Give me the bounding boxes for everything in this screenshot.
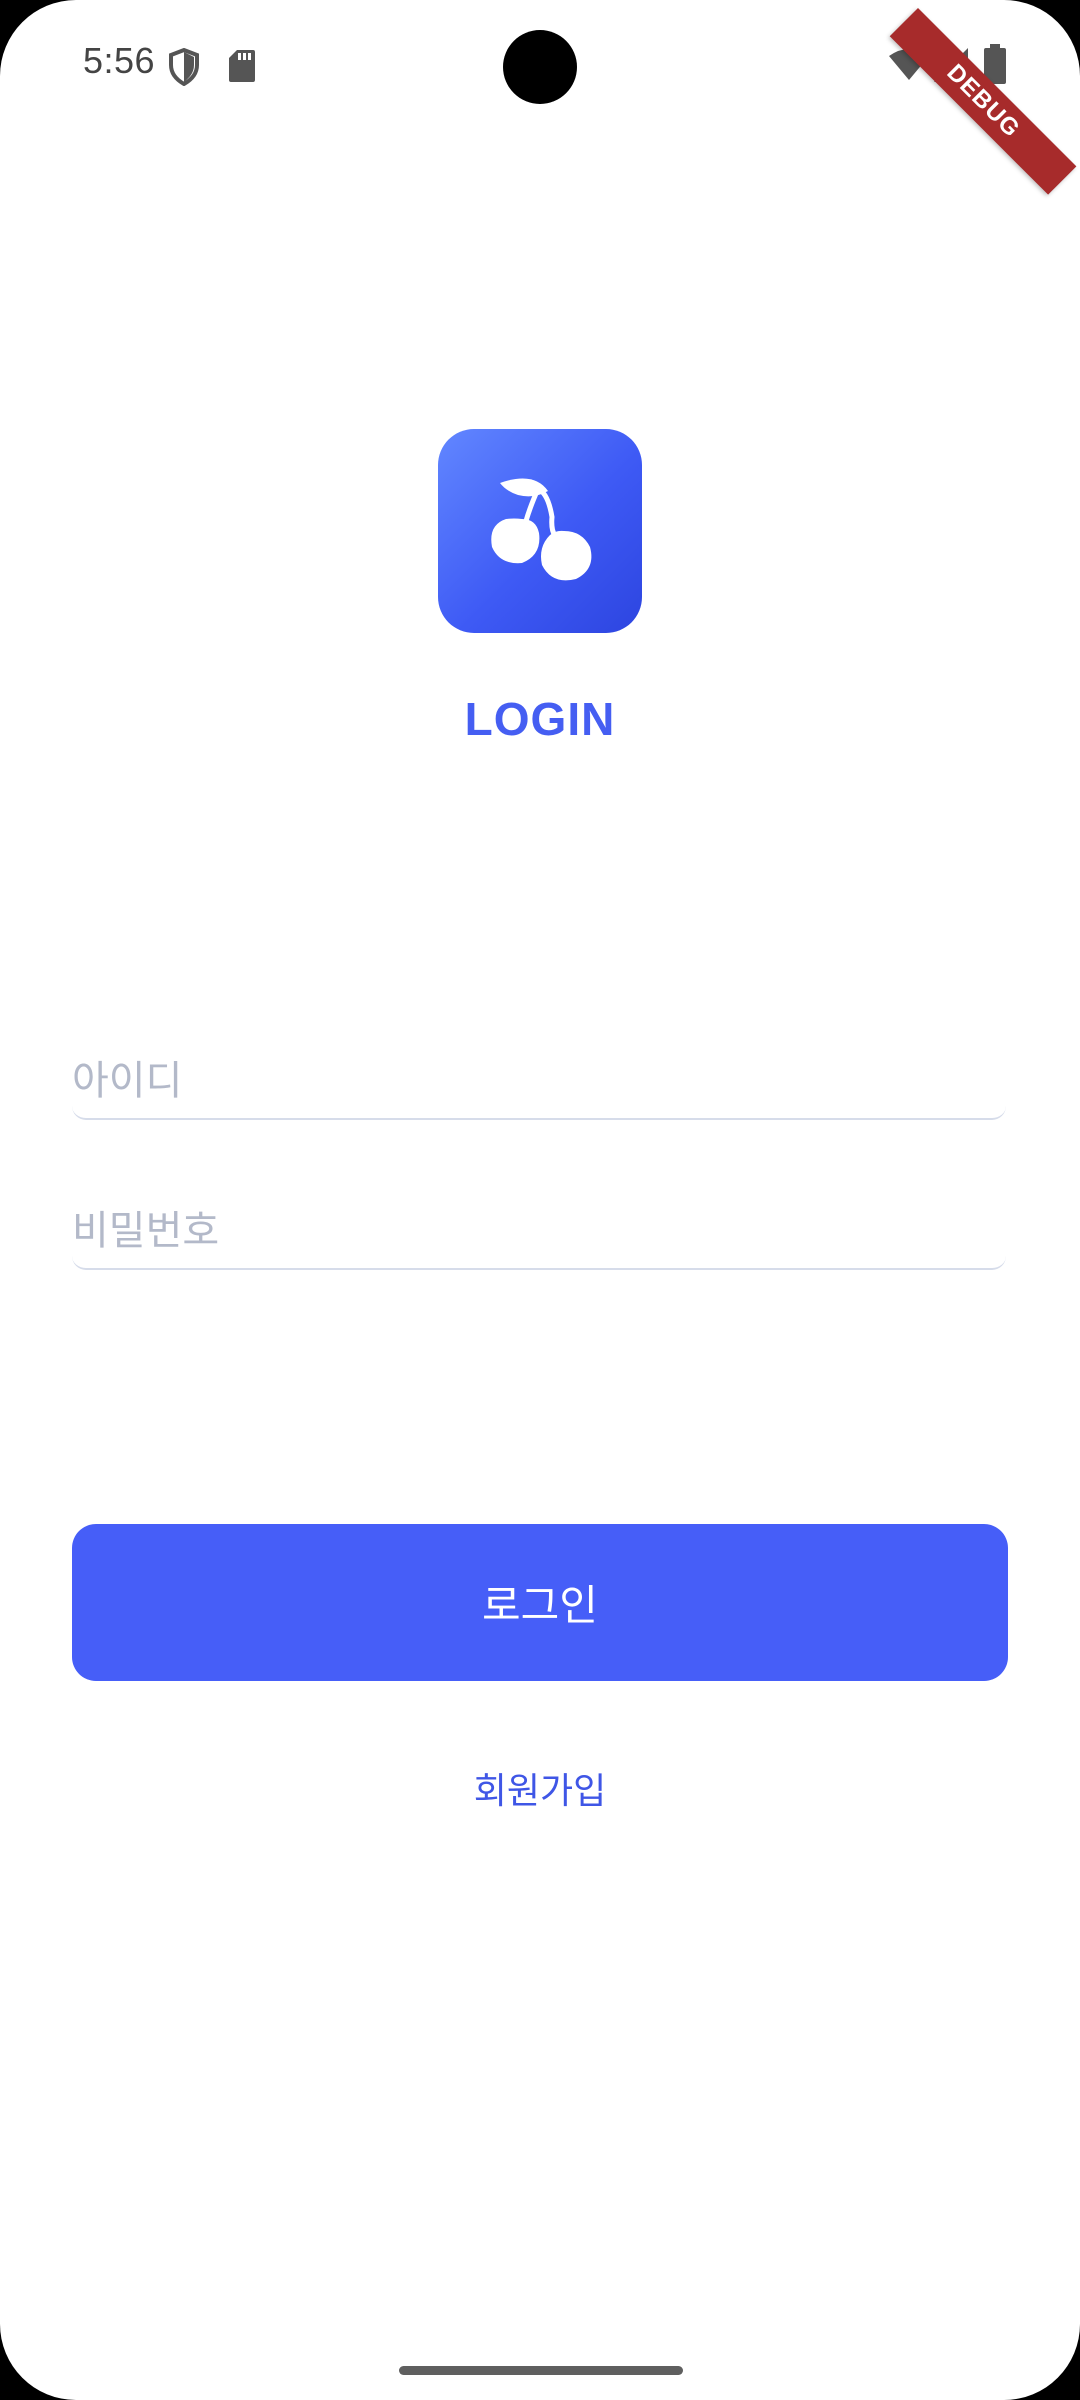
sd-card-icon — [229, 50, 255, 82]
id-input[interactable] — [72, 1046, 1006, 1116]
camera-cutout — [503, 30, 577, 104]
login-button[interactable]: 로그인 — [72, 1524, 1008, 1681]
status-time: 5:56 — [83, 40, 156, 81]
password-input[interactable] — [72, 1196, 1006, 1266]
signup-link[interactable]: 회원가입 — [390, 1762, 690, 1822]
id-field[interactable] — [72, 1046, 1006, 1120]
cherry-icon — [491, 478, 592, 581]
app-logo — [438, 429, 642, 633]
page-title: LOGIN — [464, 693, 616, 745]
home-indicator[interactable] — [399, 2366, 683, 2375]
login-screen: 5:56 DEBUG LOGIN 아이디 로그인 회원가입 — [0, 0, 1080, 2400]
password-field[interactable] — [72, 1196, 1006, 1270]
shield-icon — [169, 48, 199, 86]
